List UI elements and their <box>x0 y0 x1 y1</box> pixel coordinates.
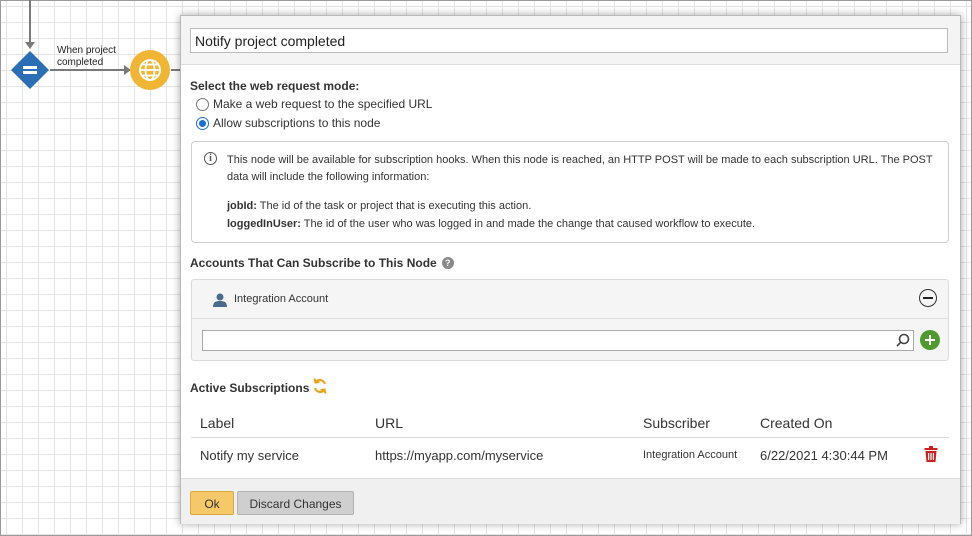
flow-arrow-down <box>25 42 35 49</box>
account-name: Integration Account <box>234 293 329 305</box>
account-search-input[interactable] <box>202 330 914 351</box>
mode-option-url[interactable]: Make a web request to the specified URL <box>196 97 432 111</box>
refresh-icon[interactable] <box>312 377 328 395</box>
radio-allow-subscriptions[interactable] <box>196 116 209 130</box>
discard-changes-button[interactable]: Discard Changes <box>237 491 354 515</box>
mode-option-label: Allow subscriptions to this node <box>213 116 381 130</box>
info-icon: i <box>204 152 217 165</box>
ok-button[interactable]: Ok <box>190 491 234 515</box>
radio-make-request[interactable] <box>196 97 209 111</box>
help-icon[interactable]: ? <box>441 257 454 269</box>
flow-connector-out <box>50 69 128 71</box>
info-text: This node will be available for subscrip… <box>227 154 933 183</box>
decision-node-icon[interactable] <box>11 51 49 89</box>
cell-created-on: 6/22/2021 4:30:44 PM <box>760 448 888 463</box>
cell-url: https://myapp.com/myservice <box>375 448 544 463</box>
accounts-heading: Accounts That Can Subscribe to This Node… <box>190 256 454 270</box>
trash-icon[interactable] <box>924 446 938 462</box>
web-request-node[interactable] <box>130 50 170 90</box>
search-icon[interactable] <box>896 333 910 347</box>
dialog-header <box>181 16 960 65</box>
accounts-heading-text: Accounts That Can Subscribe to This Node <box>190 256 437 270</box>
mode-option-subscriptions[interactable]: Allow subscriptions to this node <box>196 116 380 130</box>
remove-account-button[interactable] <box>919 289 937 307</box>
mode-option-label: Make a web request to the specified URL <box>213 97 433 111</box>
user-icon <box>213 293 227 307</box>
mode-heading: Select the web request mode: <box>190 79 360 93</box>
add-account-button[interactable] <box>920 330 940 350</box>
flow-connector-in <box>29 0 31 44</box>
account-row: Integration Account <box>192 280 948 319</box>
info-box: i This node will be available for subscr… <box>191 141 949 243</box>
info-field-name: jobId: <box>227 200 257 212</box>
info-field-loggedinuser: loggedInUser: The id of the user who was… <box>227 218 755 230</box>
node-title-input[interactable] <box>190 28 948 53</box>
subscriptions-heading: Active Subscriptions <box>190 381 310 395</box>
cell-subscriber: Integration Account <box>643 449 738 461</box>
info-field-desc: The id of the user who was logged in and… <box>300 218 756 230</box>
column-header-subscriber: Subscriber <box>643 415 710 431</box>
accounts-panel: Integration Account <box>191 279 949 361</box>
globe-icon <box>139 59 161 81</box>
column-header-label: Label <box>200 415 235 431</box>
table-header-divider <box>191 437 949 438</box>
column-header-created-on: Created On <box>760 415 833 431</box>
info-field-name: loggedInUser: <box>227 218 301 230</box>
node-settings-dialog: Select the web request mode: Make a web … <box>180 15 961 524</box>
info-field-jobid: jobId: The id of the task or project tha… <box>227 200 531 212</box>
cell-label: Notify my service <box>200 448 299 463</box>
column-header-url: URL <box>375 415 404 431</box>
dialog-footer: Ok Discard Changes <box>181 478 960 524</box>
info-field-desc: The id of the task or project that is ex… <box>256 200 532 212</box>
